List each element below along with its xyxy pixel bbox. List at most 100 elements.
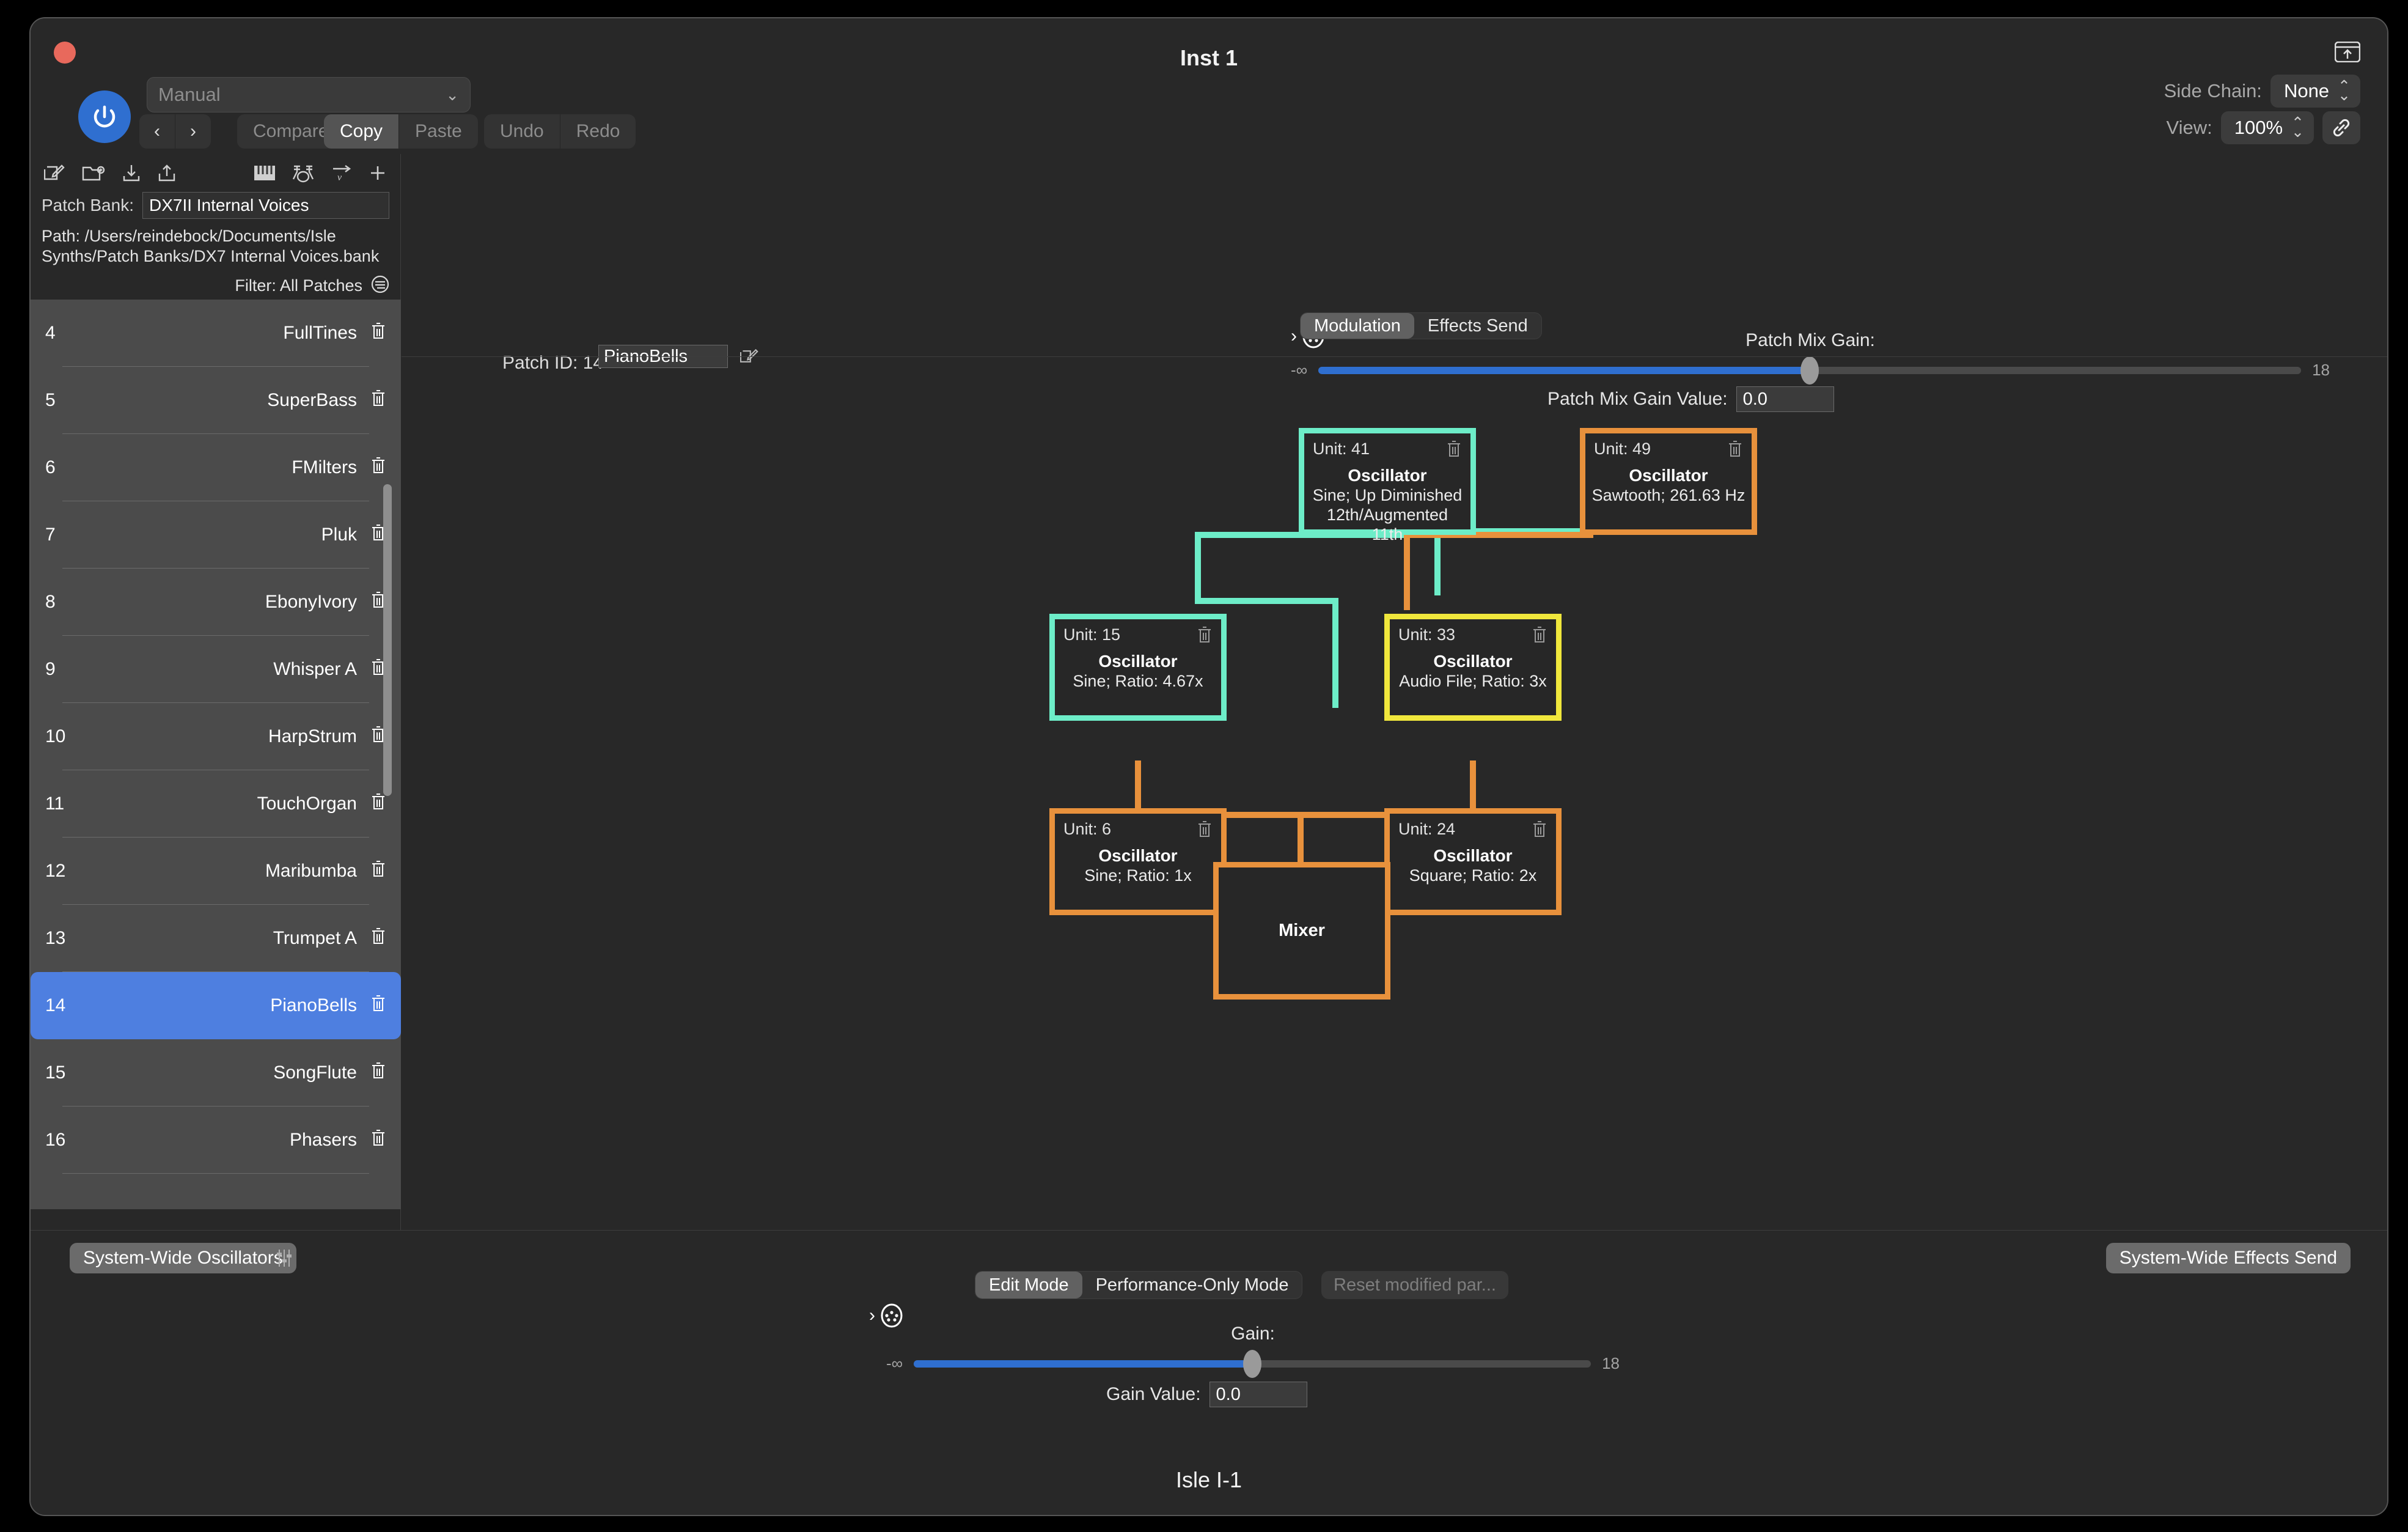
patch-list-scrollbar[interactable] <box>383 312 392 1197</box>
view-zoom-dropdown[interactable]: 100% ⌃ ⌄ <box>2220 111 2314 144</box>
gain-fill <box>914 1360 1253 1368</box>
velocity-arrow-icon[interactable]: v <box>331 163 353 186</box>
import-icon[interactable] <box>122 163 141 186</box>
next-patch-button[interactable]: › <box>175 114 211 149</box>
patch-list-item[interactable]: 7 Pluk <box>31 501 401 569</box>
delete-unit-icon[interactable] <box>1727 440 1743 461</box>
side-chain-dropdown[interactable]: None ⌃ ⌄ <box>2270 75 2360 108</box>
unit-node-41[interactable]: Unit: 41 Oscillator Sine; Up Diminished … <box>1299 428 1476 543</box>
patch-list-item[interactable]: 9 Whisper A <box>31 636 401 703</box>
preset-dropdown[interactable]: Manual ⌄ <box>147 77 471 112</box>
patch-number: 5 <box>45 390 56 410</box>
patch-list-item[interactable]: 10 HarpStrum <box>31 703 401 770</box>
undo-button[interactable]: Undo <box>484 114 560 149</box>
paste-button[interactable]: Paste <box>399 114 478 149</box>
mode-toggle-group[interactable]: Edit Mode Performance-Only Mode <box>975 1271 1303 1299</box>
plugin-window: Inst 1 Manual ⌄ ‹ › Compare Copy Paste U… <box>29 17 2388 1516</box>
patch-list-item[interactable]: 16 Phasers <box>31 1107 401 1174</box>
keyboard-icon[interactable] <box>254 164 276 185</box>
performance-only-mode-button[interactable]: Performance-Only Mode <box>1082 1272 1302 1298</box>
preset-value: Manual <box>158 84 221 105</box>
prev-patch-button[interactable]: ‹ <box>139 114 175 149</box>
patch-row-divider <box>62 1173 369 1174</box>
system-wide-effects-send-button[interactable]: System-Wide Effects Send <box>2105 1243 2351 1273</box>
unit-node-15[interactable]: Unit: 15 Oscillator Sine; Ratio: 4.67x <box>1049 614 1227 721</box>
patch-number: 6 <box>45 457 56 477</box>
delete-unit-icon[interactable] <box>1532 625 1547 647</box>
delete-unit-icon[interactable] <box>1197 625 1213 647</box>
wire-to-mixer <box>1298 812 1304 864</box>
patch-name: Maribumba <box>265 861 357 881</box>
gain-knob[interactable] <box>1243 1349 1262 1378</box>
gain-value-row: Gain Value: 0.0 <box>1106 1382 1307 1407</box>
scrollbar-thumb[interactable] <box>383 484 392 796</box>
delete-unit-icon[interactable] <box>1197 820 1213 841</box>
unit-node-49[interactable]: Unit: 49 Oscillator Sawtooth; 261.63 Hz <box>1580 428 1757 535</box>
title-bar: Inst 1 <box>31 18 2387 79</box>
window-title: Inst 1 <box>1180 45 1238 70</box>
patch-number: 12 <box>45 861 66 881</box>
oscillator-settings-icon[interactable] <box>274 1248 295 1272</box>
view-label: View: <box>2166 117 2212 138</box>
nav-button-group[interactable]: ‹ › <box>139 114 211 149</box>
patch-list-item[interactable]: 6 FMilters <box>31 434 401 501</box>
tab-effects-send[interactable]: Effects Send <box>1414 313 1541 339</box>
drum-kit-icon[interactable] <box>292 163 315 186</box>
link-button[interactable] <box>2322 111 2360 144</box>
filter-icon[interactable] <box>371 275 389 296</box>
unit-node-6[interactable]: Unit: 6 Oscillator Sine; Ratio: 1x <box>1049 808 1227 915</box>
patch-list-item[interactable]: 13 Trumpet A <box>31 905 401 972</box>
tab-modulation[interactable]: Modulation <box>1301 313 1414 339</box>
mixer-node[interactable]: Mixer <box>1213 862 1390 1000</box>
patch-name: SongFlute <box>273 1062 357 1083</box>
power-button[interactable] <box>78 90 131 143</box>
export-icon[interactable] <box>158 163 176 186</box>
unit-node-33[interactable]: Unit: 33 Oscillator Audio File; Ratio: 3… <box>1384 614 1562 721</box>
patch-list-item[interactable]: 12 Maribumba <box>31 838 401 905</box>
copy-paste-group[interactable]: Copy Paste <box>324 114 478 149</box>
patch-name: SuperBass <box>267 390 357 410</box>
patch-list-item[interactable]: 15 SongFlute <box>31 1039 401 1107</box>
delete-unit-icon[interactable] <box>1446 440 1462 461</box>
patch-list-item[interactable]: 8 EbonyIvory <box>31 569 401 636</box>
modulation-tabs[interactable]: Modulation Effects Send <box>1300 312 1542 339</box>
patch-list-item[interactable]: 11 TouchOrgan <box>31 770 401 838</box>
filter-row[interactable]: Filter: All Patches <box>235 275 389 296</box>
patch-name: Whisper A <box>273 659 357 679</box>
patch-number: 16 <box>45 1130 66 1150</box>
patch-list-item[interactable]: 4 FullTines <box>31 300 401 367</box>
modulation-graph: Unit: 41 Oscillator Sine; Up Diminished … <box>402 357 2387 1230</box>
chevron-updown-icon: ⌃ ⌄ <box>2291 114 2304 141</box>
edit-patch-icon[interactable] <box>43 163 65 186</box>
system-wide-oscillators-button[interactable]: System-Wide Oscillators <box>70 1243 296 1273</box>
unit-detail-label: Sine; Up Diminished 12th/Augmented 11th <box>1312 485 1463 543</box>
gain-slider[interactable] <box>914 1349 1591 1378</box>
copy-button[interactable]: Copy <box>324 114 400 149</box>
patch-list[interactable]: 4 FullTines 5 SuperBass 6 FMilters 7 Pluk 8 Ebony… <box>31 300 401 1209</box>
patch-number: 8 <box>45 592 56 612</box>
undo-redo-group[interactable]: Undo Redo <box>484 114 636 149</box>
patch-bank-input[interactable]: DX7II Internal Voices <box>142 192 389 219</box>
popout-window-icon[interactable] <box>2334 41 2361 63</box>
unit-detail-label: Sawtooth; 261.63 Hz <box>1591 485 1745 504</box>
patch-list-item[interactable]: 14 PianoBells <box>31 972 401 1039</box>
redo-button[interactable]: Redo <box>560 114 636 149</box>
delete-unit-icon[interactable] <box>1532 820 1547 841</box>
chevron-down-icon: ⌄ <box>446 85 459 104</box>
unit-node-body: Oscillator Square; Ratio: 2x <box>1396 845 1550 886</box>
new-bank-icon[interactable] <box>82 163 105 186</box>
unit-node-body: Oscillator Sine; Ratio: 4.67x <box>1061 651 1215 691</box>
patch-list-item[interactable]: 5 SuperBass <box>31 367 401 434</box>
unit-node-24[interactable]: Unit: 24 Oscillator Square; Ratio: 2x <box>1384 808 1562 915</box>
gain-value-input[interactable]: 0.0 <box>1209 1382 1307 1407</box>
unit-type-label: Oscillator <box>1098 846 1178 865</box>
patch-name: EbonyIvory <box>265 592 357 612</box>
add-patch-icon[interactable] <box>369 164 387 185</box>
reset-modified-params-button[interactable]: Reset modified par... <box>1321 1271 1508 1299</box>
view-zoom-value: 100% <box>2234 117 2283 138</box>
unit-id-label: Unit: 41 <box>1313 440 1370 458</box>
unit-id-label: Unit: 6 <box>1063 820 1112 838</box>
patch-number: 14 <box>45 995 66 1015</box>
edit-mode-button[interactable]: Edit Mode <box>975 1272 1082 1298</box>
patch-name: Trumpet A <box>273 928 357 948</box>
